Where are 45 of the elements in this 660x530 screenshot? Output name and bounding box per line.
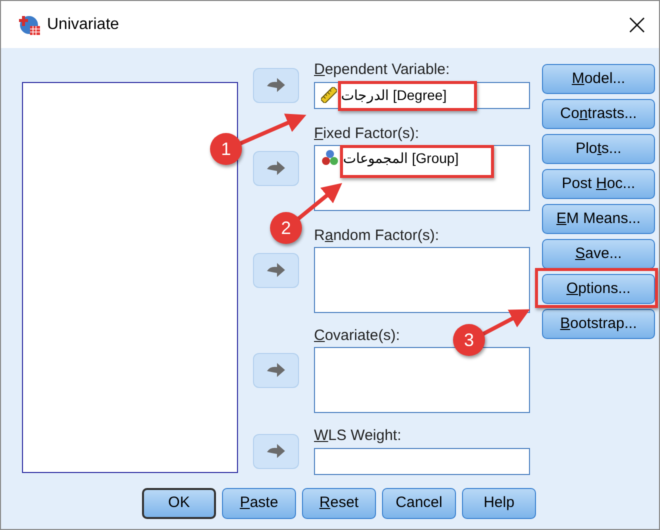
field-label: Dependent Variable:	[314, 61, 450, 79]
step-number-badge: 2	[270, 212, 302, 244]
step-number-badge: 3	[453, 324, 485, 356]
dialog-button[interactable]: Plots...	[542, 134, 655, 164]
variable-list[interactable]	[314, 247, 530, 313]
balls-icon	[321, 149, 339, 167]
dialog-button[interactable]: Paste	[222, 488, 296, 519]
move-button[interactable]	[253, 434, 299, 468]
dialog-button[interactable]: Save...	[542, 239, 655, 269]
ruler-icon	[321, 87, 337, 103]
dialog-button[interactable]: Cancel	[382, 488, 456, 519]
variable-list[interactable]: المجموعات [Group]	[314, 145, 530, 211]
arrow-icon	[266, 160, 286, 176]
move-button[interactable]	[253, 150, 299, 186]
dialog-button[interactable]: Model...	[542, 64, 655, 94]
arrow-icon	[266, 77, 286, 93]
field-label: Fixed Factor(s):	[314, 125, 420, 143]
arrow-icon	[266, 362, 286, 378]
pointer-arrow	[296, 182, 342, 221]
source-variable-list[interactable]	[22, 82, 238, 473]
dialog-button[interactable]: Reset	[302, 488, 376, 519]
field-label: Covariate(s):	[314, 327, 400, 345]
pointer-arrow	[238, 114, 306, 146]
move-button[interactable]	[253, 252, 299, 288]
close-icon[interactable]	[629, 16, 645, 32]
dialog-button[interactable]: Contrasts...	[542, 99, 655, 129]
variable-name[interactable]: الدرجات [Degree]	[341, 86, 447, 104]
variable-name[interactable]: المجموعات [Group]	[343, 149, 459, 167]
dialog-button[interactable]: EM Means...	[542, 204, 655, 234]
field-label: WLS Weight:	[314, 427, 402, 445]
move-button[interactable]	[253, 68, 299, 102]
arrow-icon	[266, 262, 286, 278]
dialog-button[interactable]: OK	[142, 488, 216, 519]
move-button[interactable]	[253, 352, 299, 388]
variable-field[interactable]	[314, 448, 530, 475]
variable-list[interactable]	[314, 347, 530, 413]
arrow-icon	[266, 443, 286, 459]
pointer-arrow	[482, 309, 530, 336]
field-label: Random Factor(s):	[314, 227, 440, 245]
variable-field[interactable]: الدرجات [Degree]	[314, 82, 530, 109]
dialog-button[interactable]: Post Hoc...	[542, 169, 655, 199]
dialog-button[interactable]: Options...	[542, 274, 655, 304]
window-title: Univariate	[47, 14, 120, 34]
dialog-button[interactable]: Help	[462, 488, 536, 519]
dialog-button[interactable]: Bootstrap...	[542, 309, 655, 339]
